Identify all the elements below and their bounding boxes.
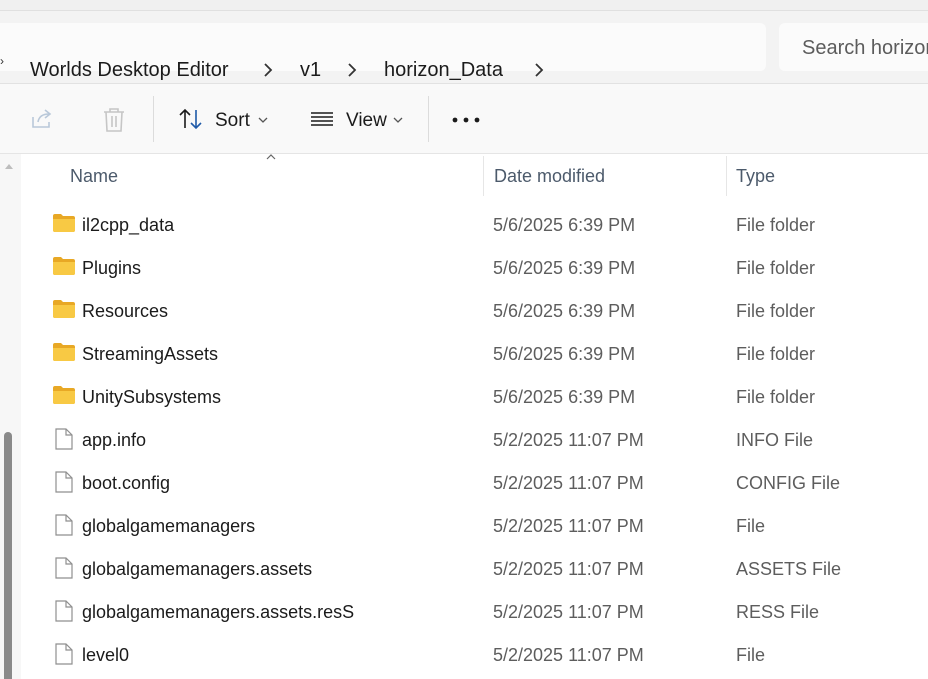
file-list: Name Date modified Type il2cpp_data 5/6/2… [0,154,928,679]
window-top-strip [0,0,928,11]
sort-button[interactable]: Sort [170,84,280,153]
file-name: il2cpp_data [82,215,175,235]
file-name: globalgamemanagers.assets [82,559,313,579]
file-row[interactable]: globalgamemanagers 5/2/2025 11:07 PM File [22,504,928,547]
folder-icon [53,343,75,361]
file-icon [55,471,73,493]
file-name: globalgamemanagers [82,516,256,536]
file-icon [55,643,73,665]
file-row[interactable]: app.info 5/2/2025 11:07 PM INFO File [22,418,928,461]
chevron-right-icon[interactable] [261,61,275,79]
file-row[interactable]: UnitySubsystems 5/6/2025 6:39 PM File fold… [22,375,928,418]
address-row: › Worlds Desktop Editor v1 horizon_Data [0,11,928,83]
file-name: boot.config [82,473,171,493]
date-modified: 5/6/2025 6:39 PM [493,258,636,278]
file-icon [55,557,73,579]
breadcrumb-item-v1[interactable]: v1 [300,59,321,82]
file-row[interactable]: StreamingAssets 5/6/2025 6:39 PM File fold… [22,332,928,375]
file-row[interactable]: il2cpp_data 5/6/2025 6:39 PM File folder [22,203,928,246]
date-modified: 5/2/2025 11:07 PM [493,430,644,450]
file-type: CONFIG File [736,473,841,493]
chevron-down-icon [393,117,403,123]
file-row[interactable]: globalgamemanagers.assets 5/2/2025 11:07 … [22,547,928,590]
sort-arrows-icon [179,108,202,130]
view-button[interactable]: View [300,84,412,153]
chevron-down-icon [258,117,268,123]
file-type: File folder [736,215,816,235]
folder-icon [53,214,75,232]
date-modified: 5/2/2025 11:07 PM [493,645,644,665]
file-name: Plugins [82,258,142,278]
file-type: File [736,645,766,665]
file-icon [55,428,73,450]
search-input[interactable] [802,36,928,60]
file-type: File folder [736,344,816,364]
folder-icon [53,300,75,318]
sort-ascending-indicator-icon [266,154,276,160]
chevron-right-icon[interactable] [532,61,546,79]
date-modified: 5/6/2025 6:39 PM [493,387,636,407]
delete-icon[interactable] [102,107,126,133]
scrollbar-thumb[interactable] [4,432,12,679]
file-row[interactable]: globalgamemanagers.assets.resS 5/2/2025 1… [22,590,928,633]
view-list-icon [311,112,333,126]
date-modified: 5/6/2025 6:39 PM [493,344,636,364]
toolbar-divider [153,96,154,142]
more-options-icon[interactable] [452,117,480,123]
breadcrumb-overflow-chevron-icon[interactable]: › [0,54,4,68]
column-divider[interactable] [483,156,484,196]
file-row[interactable]: Resources 5/6/2025 6:39 PM File folder [22,289,928,332]
file-name: level0 [82,645,130,665]
breadcrumb[interactable]: › Worlds Desktop Editor v1 horizon_Data [0,23,766,81]
date-modified: 5/2/2025 11:07 PM [493,473,644,493]
scroll-up-arrow-icon[interactable] [5,164,13,169]
breadcrumb-item-worlds-desktop-editor[interactable]: Worlds Desktop Editor [30,59,229,82]
file-type: File folder [736,387,816,407]
breadcrumb-item-horizon-data[interactable]: horizon_Data [384,59,503,82]
file-type: RESS File [736,602,820,622]
file-type: File folder [736,258,816,278]
view-label: View [346,110,387,131]
file-type: File [736,516,766,536]
file-row[interactable]: boot.config 5/2/2025 11:07 PM CONFIG File [22,461,928,504]
file-name: Resources [82,301,169,321]
sort-label: Sort [215,110,250,131]
folder-icon [53,257,75,275]
date-modified: 5/2/2025 11:07 PM [493,559,644,579]
file-row[interactable]: Plugins 5/6/2025 6:39 PM File folder [22,246,928,289]
share-icon[interactable] [30,108,56,130]
file-type: INFO File [736,430,814,450]
date-modified: 5/2/2025 11:07 PM [493,516,644,536]
column-header-name[interactable]: Name [70,166,118,187]
file-icon [55,600,73,622]
search-box[interactable] [779,23,928,71]
date-modified: 5/2/2025 11:07 PM [493,602,644,622]
toolbar-divider [428,96,429,142]
file-name: StreamingAssets [82,344,219,364]
scrollbar[interactable] [0,154,21,679]
file-name: UnitySubsystems [82,387,222,407]
command-bar: Sort View [0,84,928,154]
file-type: File folder [736,301,816,321]
file-icon [55,514,73,536]
file-name: app.info [82,430,147,450]
date-modified: 5/6/2025 6:39 PM [493,215,636,235]
file-name: globalgamemanagers.assets.resS [82,602,355,622]
folder-icon [53,386,75,404]
file-type: ASSETS File [736,559,842,579]
file-row[interactable]: level0 5/2/2025 11:07 PM File [22,633,928,676]
column-header-date-modified[interactable]: Date modified [494,166,605,187]
column-divider[interactable] [726,156,727,196]
column-header-type[interactable]: Type [736,166,775,187]
chevron-right-icon[interactable] [345,61,359,79]
date-modified: 5/6/2025 6:39 PM [493,301,636,321]
